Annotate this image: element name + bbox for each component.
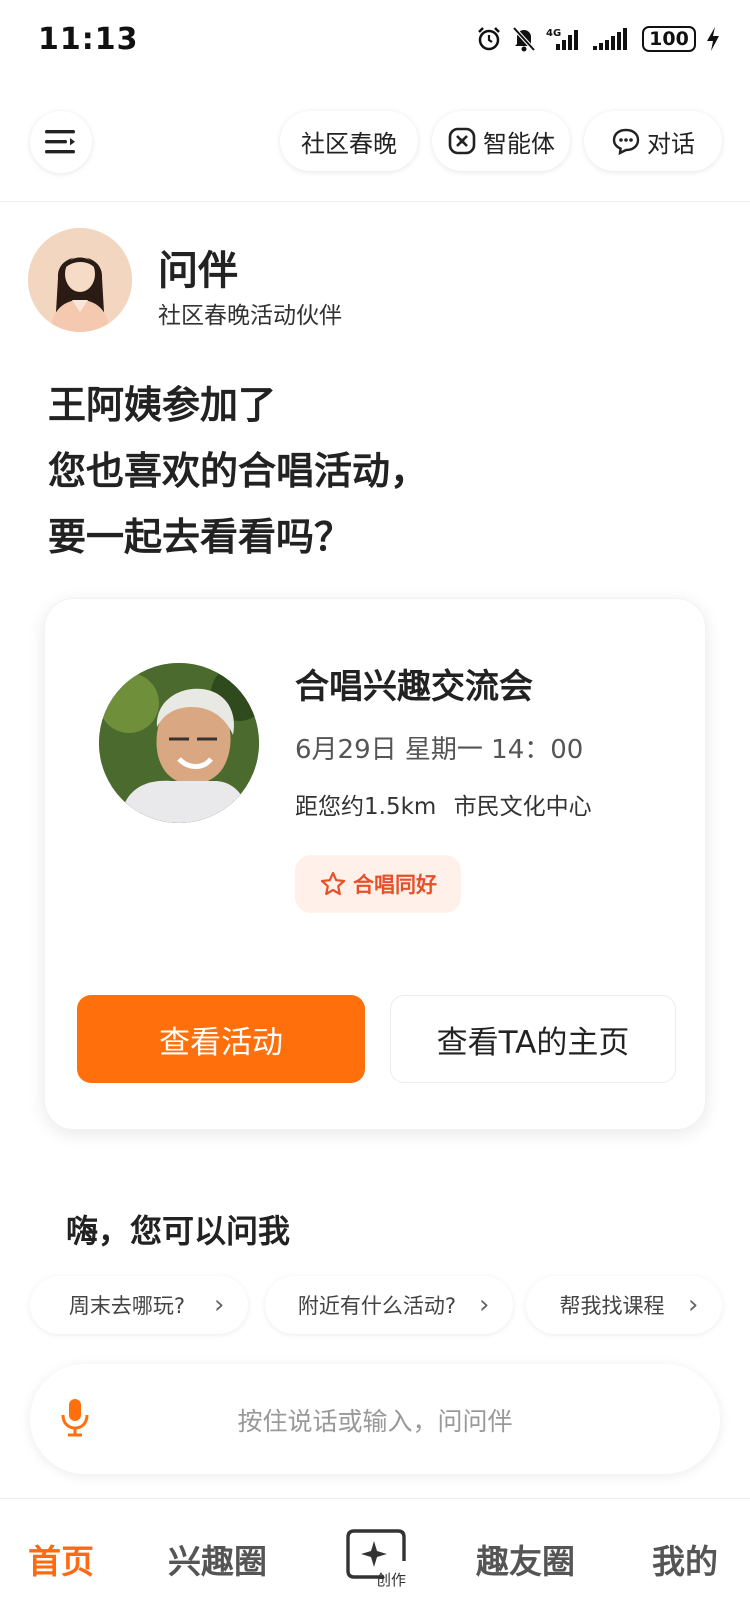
chat-bubble-icon <box>612 128 640 155</box>
headline-line-3: 要一起去看看吗？ <box>48 515 353 559</box>
gala-pill-label: 社区春晚 <box>301 129 397 158</box>
assistant-name: 问伴 <box>158 248 238 294</box>
chevron-right-icon: › <box>479 1290 490 1320</box>
suggestion-chip-label: 周末去哪玩? <box>68 1294 186 1318</box>
activity-venue: 市民文化中心 <box>453 794 592 820</box>
top-header: 社区春晚 智能体 对话 <box>0 84 750 202</box>
activity-time: 6月29日 星期一 14：00 <box>295 735 584 765</box>
tab-interest-circle[interactable]: 兴趣圈 <box>168 1535 267 1583</box>
suggestion-chip-label: 附近有什么活动? <box>297 1294 457 1318</box>
mute-bell-icon <box>512 26 536 52</box>
signal-icon <box>592 26 632 52</box>
view-profile-label: 查看TA的主页 <box>436 1024 630 1061</box>
activity-card: 合唱兴趣交流会 6月29日 星期一 14：00 距您约1.5km 市民文化中心 … <box>44 598 706 1130</box>
menu-icon <box>45 130 75 154</box>
recommendation-headline: 王阿姨参加了 您也喜欢的合唱活动， 要一起去看看吗？ <box>48 372 708 570</box>
alarm-icon <box>476 26 502 52</box>
bottom-tab-bar: 首页 兴趣圈 创作 趣友圈 我的 <box>0 1498 750 1619</box>
suggestions-title: 嗨，您可以问我 <box>66 1212 291 1250</box>
interest-tag: 合唱同好 <box>295 855 461 913</box>
activity-distance: 距您约1.5km <box>295 794 437 820</box>
agent-pill-label: 智能体 <box>483 129 555 158</box>
status-time: 11:13 <box>38 22 139 57</box>
chat-pill-label: 对话 <box>647 129 695 158</box>
battery-indicator: 100 <box>642 26 696 52</box>
chevron-right-icon: › <box>214 1290 225 1320</box>
ask-input-placeholder: 按住说话或输入，问问伴 <box>237 1407 513 1436</box>
view-activity-button[interactable]: 查看活动 <box>77 995 365 1083</box>
activity-title: 合唱兴趣交流会 <box>295 667 533 707</box>
charging-icon <box>706 26 720 52</box>
create-label: 创作 <box>376 1571 407 1589</box>
tab-home[interactable]: 首页 <box>28 1535 94 1583</box>
chat-pill-button[interactable]: 对话 <box>584 111 722 171</box>
view-profile-button[interactable]: 查看TA的主页 <box>390 995 676 1083</box>
interest-tag-label: 合唱同好 <box>353 873 437 897</box>
suggestion-chip[interactable]: 附近有什么活动? › <box>265 1276 513 1334</box>
suggestion-chip[interactable]: 周末去哪玩? › <box>30 1276 248 1334</box>
tab-me[interactable]: 我的 <box>652 1535 718 1583</box>
suggestion-chip[interactable]: 帮我找课程 › <box>526 1276 722 1334</box>
status-icons: 4G 100 <box>476 26 720 52</box>
headline-line-2: 您也喜欢的合唱活动， <box>48 449 429 493</box>
assistant-subtitle: 社区春晚活动伙伴 <box>158 303 342 329</box>
participant-photo <box>99 663 259 823</box>
svg-text:4G: 4G <box>546 28 561 39</box>
assistant-avatar <box>28 228 132 332</box>
star-icon <box>320 871 346 896</box>
agent-icon <box>448 127 476 155</box>
chevron-right-icon: › <box>688 1290 699 1320</box>
tab-friends-circle[interactable]: 趣友圈 <box>476 1535 575 1583</box>
ask-input-bar[interactable]: 按住说话或输入，问问伴 <box>30 1364 720 1474</box>
suggestion-chip-label: 帮我找课程 <box>559 1294 665 1318</box>
headline-line-1: 王阿姨参加了 <box>48 383 277 427</box>
signal-4g-icon: 4G <box>546 26 582 52</box>
agent-pill-button[interactable]: 智能体 <box>432 111 570 171</box>
gala-pill-button[interactable]: 社区春晚 <box>280 111 418 171</box>
view-activity-label: 查看活动 <box>159 1024 283 1061</box>
status-bar: 11:13 4G 100 <box>0 0 750 84</box>
activity-location: 距您约1.5km 市民文化中心 <box>295 787 592 821</box>
menu-button[interactable] <box>30 111 92 173</box>
